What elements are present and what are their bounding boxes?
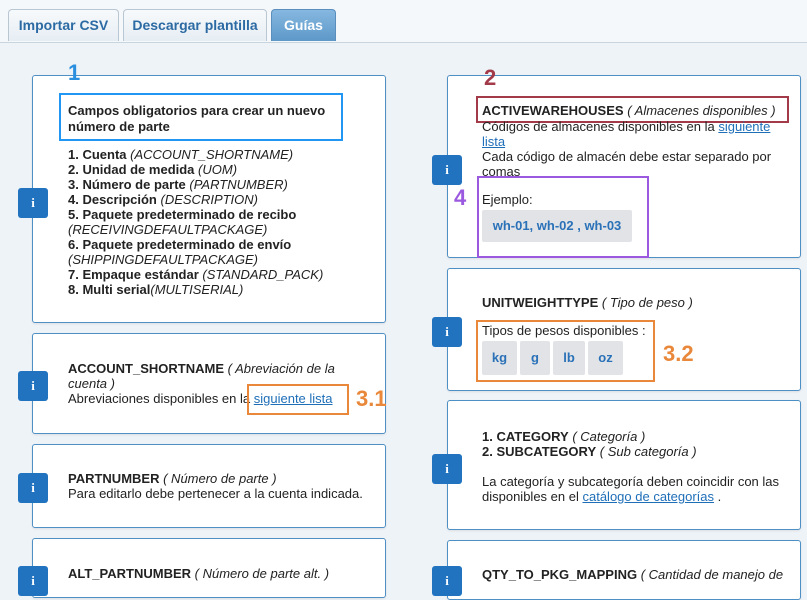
weight-type-oz: oz xyxy=(588,341,623,375)
partnumber-title: PARTNUMBER ( Número de parte ) xyxy=(68,471,277,486)
tab-bar: Importar CSV Descargar plantilla Guías xyxy=(0,0,807,43)
info-icon[interactable]: i xyxy=(18,473,48,503)
required-field-5-code: (RECEIVINGDEFAULTPACKAGE) xyxy=(68,222,268,237)
annotation-1: 1 xyxy=(68,60,81,85)
subcategory-title: 2. SUBCATEGORY ( Sub categoría ) xyxy=(482,444,697,459)
required-field-2: 2. Unidad de medida (UOM) xyxy=(68,162,238,177)
weight-types-label: Tipos de pesos disponibles : xyxy=(482,323,646,338)
tab-import-csv[interactable]: Importar CSV xyxy=(8,9,119,41)
tab-download-template[interactable]: Descargar plantilla xyxy=(123,9,267,41)
info-icon[interactable]: i xyxy=(18,566,48,596)
required-field-3: 3. Número de parte (PARTNUMBER) xyxy=(68,177,288,192)
weight-type-lb: lb xyxy=(553,341,585,375)
required-field-6-label: 6. Paquete predeterminado de envío xyxy=(68,237,292,252)
tab-guides[interactable]: Guías xyxy=(271,9,336,41)
partnumber-text: Para editarlo debe pertenecer a la cuent… xyxy=(68,486,363,501)
card-category xyxy=(447,400,801,530)
category-catalog-link[interactable]: catálogo de categorías xyxy=(582,489,714,504)
required-field-1: 1. Cuenta (ACCOUNT_SHORTNAME) xyxy=(68,147,294,162)
activewarehouses-title: ACTIVEWAREHOUSES ( Almacenes disponibles… xyxy=(482,103,776,118)
annotation-4: 4 xyxy=(454,185,467,210)
required-field-5-label: 5. Paquete predeterminado de recibo xyxy=(68,207,297,222)
info-icon[interactable]: i xyxy=(18,188,48,218)
category-title: 1. CATEGORY ( Categoría ) xyxy=(482,429,646,444)
weight-type-kg: kg xyxy=(482,341,517,375)
annotation-2: 2 xyxy=(484,65,497,90)
highlight-box-3-1 xyxy=(247,384,349,415)
activewarehouses-separator-note: Cada código de almacén debe estar separa… xyxy=(482,149,772,179)
info-icon[interactable]: i xyxy=(432,566,462,596)
example-label: Ejemplo: xyxy=(482,192,533,207)
info-icon[interactable]: i xyxy=(432,454,462,484)
example-value: wh-01, wh-02 , wh-03 xyxy=(482,210,632,242)
info-icon[interactable]: i xyxy=(18,371,48,401)
info-icon[interactable]: i xyxy=(432,155,462,185)
annotation-3-1: 3.1 xyxy=(356,386,387,411)
required-field-4: 4. Descripción (DESCRIPTION) xyxy=(68,192,258,207)
unitweighttype-title: UNITWEIGHTTYPE ( Tipo de peso ) xyxy=(482,295,693,310)
category-text: La categoría y subcategoría deben coinci… xyxy=(482,474,780,504)
activewarehouses-text: Códigos de almacenes disponibles en la s… xyxy=(482,119,771,149)
alt-partnumber-title: ALT_PARTNUMBER ( Número de parte alt. ) xyxy=(68,566,330,581)
weight-type-g: g xyxy=(520,341,550,375)
required-field-8: 8. Multi serial(MULTISERIAL) xyxy=(68,282,244,297)
required-field-6-code: (SHIPPINGDEFAULTPACKAGE) xyxy=(68,252,258,267)
annotation-3-2: 3.2 xyxy=(663,341,694,366)
required-field-7: 7. Empaque estándar (STANDARD_PACK) xyxy=(68,267,324,282)
required-fields-title: Campos obligatorios para crear un nuevo … xyxy=(68,103,326,134)
info-icon[interactable]: i xyxy=(432,317,462,347)
